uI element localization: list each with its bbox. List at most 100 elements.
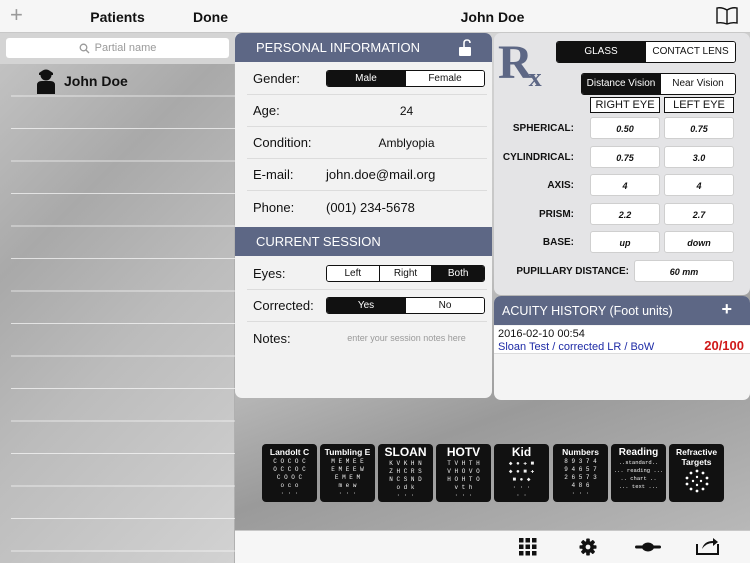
chart-line: · · ·: [571, 490, 590, 497]
axis-right-field[interactable]: 4: [590, 174, 660, 196]
bottom-toolbar: [235, 530, 750, 563]
chart-title: Landolt C: [269, 447, 310, 457]
chart-line: · · ·: [338, 490, 357, 497]
axis-left-field[interactable]: 4: [664, 174, 734, 196]
chart-landolt-c[interactable]: Landolt C C O C O C O C C O C C O O C o …: [262, 444, 317, 502]
done-button[interactable]: Done: [193, 9, 228, 25]
spherical-right-field[interactable]: 0.50: [590, 117, 660, 139]
search-bar: Partial name: [0, 33, 235, 64]
chart-sloan[interactable]: SLOAN K V K H N Z H C R S N C S N D o d …: [378, 444, 433, 502]
near-vision-option[interactable]: Near Vision: [660, 74, 735, 94]
pupillary-distance-label: PUPILLARY DISTANCE:: [516, 266, 629, 277]
notes-input[interactable]: enter your session notes here: [326, 333, 487, 343]
condition-row: Condition: Amblyopia: [247, 127, 487, 159]
corrected-row: Corrected: Yes No: [247, 290, 487, 322]
chart-line: ◆ ● ✚ ■: [508, 460, 535, 467]
chart-line: · · ·: [512, 484, 531, 491]
personal-info-title: PERSONAL INFORMATION: [256, 40, 420, 55]
corrected-no-option[interactable]: No: [405, 298, 484, 313]
page-title: John Doe: [460, 9, 525, 25]
chart-title: Kid: [511, 445, 532, 459]
corrected-segmented[interactable]: Yes No: [326, 297, 485, 314]
cylindrical-left-field[interactable]: 3.0: [664, 146, 734, 168]
chart-title: Tumbling E: [324, 447, 371, 457]
grid-icon[interactable]: [519, 538, 537, 556]
spherical-left-field[interactable]: 0.75: [664, 117, 734, 139]
gender-segmented[interactable]: Male Female: [326, 70, 485, 87]
acuity-test: Sloan Test / corrected LR / BoW: [498, 341, 655, 353]
chart-line: E M E M: [334, 474, 361, 481]
lens-glass-option[interactable]: GLASS: [557, 42, 645, 62]
add-acuity-button[interactable]: +: [721, 299, 732, 320]
gear-icon[interactable]: [579, 538, 597, 556]
chart-line: V H O V O: [447, 468, 480, 475]
chart-line: ... text ...: [618, 483, 659, 490]
base-right-field[interactable]: up: [590, 231, 660, 253]
age-row: Age: 24: [247, 95, 487, 127]
chart-refractive-targets[interactable]: Refractive Targets: [669, 444, 724, 502]
gender-female-option[interactable]: Female: [405, 71, 484, 86]
prism-left-field[interactable]: 2.7: [664, 203, 734, 225]
chart-line: v t h: [454, 484, 473, 491]
cylindrical-right-field[interactable]: 0.75: [590, 146, 660, 168]
chart-title: Refractive Targets: [675, 447, 718, 467]
acuity-history-heading: ACUITY HISTORY (Foot units) +: [494, 296, 750, 325]
chart-reading[interactable]: Reading ..standard.. ... reading ... .. …: [611, 444, 666, 502]
eyes-left-option[interactable]: Left: [327, 266, 379, 281]
share-icon[interactable]: [695, 536, 721, 556]
chart-line: K V K H N: [389, 460, 422, 467]
email-field[interactable]: john.doe@mail.org: [326, 167, 435, 182]
rx-logo-r: R: [498, 36, 533, 89]
search-input[interactable]: Partial name: [6, 38, 229, 58]
chart-kid[interactable]: Kid ◆ ● ✚ ■ ◆ ● ■ ✚ ■ ● ◆ · · · · ·: [494, 444, 549, 502]
unlock-icon[interactable]: [458, 39, 474, 57]
book-icon[interactable]: [716, 7, 738, 25]
chart-line: C O C O C: [273, 458, 306, 465]
chart-line: T V H T H: [447, 460, 480, 467]
email-label: E-mail:: [253, 167, 294, 182]
eyes-both-option[interactable]: Both: [431, 266, 484, 281]
patient-list: [11, 64, 235, 563]
pupillary-distance-field[interactable]: 60 mm: [634, 260, 734, 282]
base-left-field[interactable]: down: [664, 231, 734, 253]
chart-line: m e w: [338, 482, 357, 489]
chart-line: 2 6 5 7 3: [564, 474, 597, 481]
chart-line: · · ·: [280, 490, 299, 497]
corrected-yes-option[interactable]: Yes: [327, 298, 405, 313]
distance-vision-option[interactable]: Distance Vision: [582, 74, 660, 94]
search-icon: [79, 43, 90, 53]
chart-numbers[interactable]: Numbers 8 9 3 7 4 9 4 6 5 7 2 6 5 7 3 4 …: [553, 444, 608, 502]
phone-field[interactable]: (001) 234-5678: [326, 200, 415, 215]
chart-line: o d k: [396, 484, 415, 491]
spherical-label: SPHERICAL:: [512, 123, 574, 134]
chart-line: .. chart ..: [620, 475, 657, 482]
lens-contact-option[interactable]: CONTACT LENS: [645, 42, 735, 62]
sidebar-header: + Patients Done: [0, 0, 235, 33]
condition-field[interactable]: Amblyopia: [326, 136, 487, 150]
eyes-segmented[interactable]: Left Right Both: [326, 265, 485, 282]
cylindrical-label: CYLINDRICAL:: [502, 152, 574, 163]
chart-line: C O O C: [276, 474, 303, 481]
chart-tumbling-e[interactable]: Tumbling E M E M E E E M E E W E M E M m…: [320, 444, 375, 502]
chart-line: ..standard..: [618, 459, 659, 466]
chart-title: Reading: [618, 447, 659, 458]
chart-line: 4 8 6: [571, 482, 590, 489]
age-label: Age:: [253, 103, 280, 118]
eyes-right-option[interactable]: Right: [378, 266, 432, 281]
slider-icon[interactable]: [635, 540, 661, 554]
notes-row: Notes: enter your session notes here: [247, 322, 487, 354]
lens-type-segmented[interactable]: GLASS CONTACT LENS: [556, 41, 736, 63]
acuity-score: 20/100: [704, 338, 744, 353]
chart-hotv[interactable]: HOTV T V H T H V H O V O H O H T O v t h…: [436, 444, 491, 502]
gender-row: Gender: Male Female: [247, 63, 487, 95]
acuity-list-item[interactable]: 2016-02-10 00:54 Sloan Test / corrected …: [494, 326, 750, 354]
vision-segmented[interactable]: Distance Vision Near Vision: [581, 73, 736, 95]
acuity-history-panel: ACUITY HISTORY (Foot units) + 2016-02-10…: [494, 296, 750, 400]
chart-line: ... reading ...: [613, 467, 664, 474]
gender-male-option[interactable]: Male: [327, 71, 405, 86]
prism-right-field[interactable]: 2.2: [590, 203, 660, 225]
list-item-patient[interactable]: John Doe: [0, 64, 235, 97]
personal-info-panel: PERSONAL INFORMATION Gender: Male Female…: [235, 33, 492, 398]
age-field[interactable]: 24: [326, 104, 487, 118]
chart-line: O C C O C: [273, 466, 306, 473]
